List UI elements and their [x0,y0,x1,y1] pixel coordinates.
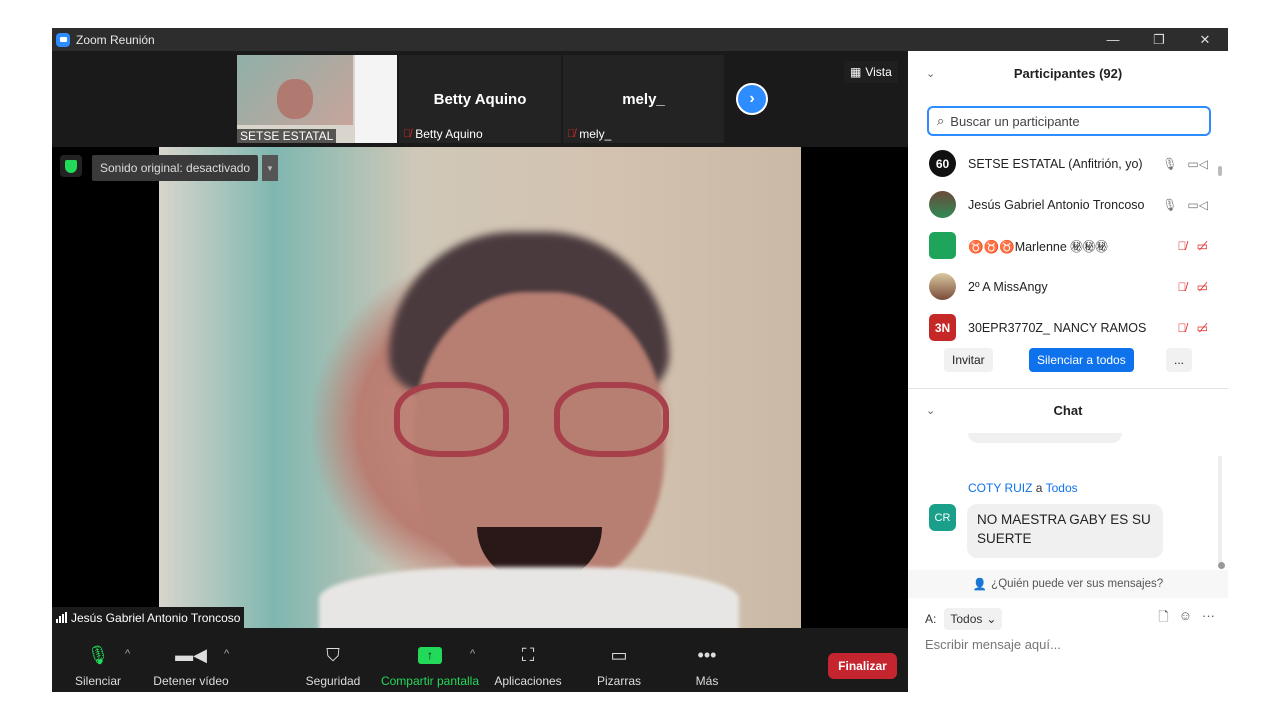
mic-muted-icon: 🎙̸ [1177,320,1187,335]
avatar: 60 [929,150,956,177]
chevron-down-icon: ⌄ [986,612,997,626]
window-title: Zoom Reunión [76,32,155,47]
avatar [929,273,956,300]
title-bar: Zoom Reunión — ❐ ✕ [52,28,1228,51]
thumbnail-betty-aquino[interactable]: Betty Aquino 🎙̸ Betty Aquino [399,55,561,143]
microphone-icon: 🎙 [1162,197,1178,212]
apps-button[interactable]: ⛶ Aplicaciones [493,642,563,689]
share-options-caret[interactable]: ^ [470,648,475,660]
thumbnail-mely[interactable]: mely_ 🎙̸ mely_ [563,55,724,143]
audio-options-caret[interactable]: ^ [125,648,130,660]
whiteboard-icon: ▭ [610,644,628,665]
chat-message-bubble: NO MAESTRA GABY ES SU SUERTE [967,504,1163,558]
whiteboards-button[interactable]: ▭ Pizarras [595,642,643,689]
mic-muted-icon: 🎙̸ [403,128,412,140]
share-arrow-icon: ↑ [380,642,480,668]
participant-scrollbar[interactable] [1218,166,1222,176]
signal-strength-icon [56,612,67,623]
video-area: SETSE ESTATAL Betty Aquino 🎙̸ Betty Aqui… [52,51,908,628]
original-sound-dropdown[interactable]: ▼ [262,155,278,181]
previous-message-bubble [968,433,1122,443]
mute-button[interactable]: 🎙 Silenciar [74,642,122,689]
chat-header: ⌄ Chat [926,402,1083,418]
thumbnail-name: SETSE ESTATAL [240,129,334,143]
zoom-app-icon [56,32,70,47]
more-dots-icon: ••• [697,644,717,665]
participant-row[interactable]: ♉♉♉Marlenne ㊙㊙㊙ 🎙̸ ▭̸ [908,225,1228,266]
mic-muted-icon: 🎙̸ [1177,238,1187,253]
minimize-button[interactable]: — [1090,28,1136,51]
participants-header: ⌄ Participantes (92) [926,65,1123,81]
video-camera-icon: ▭◁ [1187,156,1208,171]
chat-compose-input[interactable]: Escribir mensaje aquí... [925,637,1061,652]
participant-row[interactable]: 60 SETSE ESTATAL (Anfitrión, yo) 🎙 ▭◁ [908,143,1228,184]
thumbnail-strip: SETSE ESTATAL Betty Aquino 🎙̸ Betty Aqui… [52,51,908,147]
share-screen-button[interactable]: ↑ Compartir pantalla [380,642,480,688]
search-icon: ⌕ [937,113,945,128]
apps-icon: ⛶ [521,644,535,665]
participants-more-button[interactable]: ... [1166,348,1193,372]
avatar: 3N [929,314,956,341]
mic-muted-icon: 🎙̸ [1177,279,1187,294]
thumbnail-display-name: mely_ [622,91,665,108]
avatar: CR [929,504,956,531]
thumbnail-display-name: Betty Aquino [433,91,527,108]
view-button[interactable]: ▦ Vista [844,61,898,83]
video-options-caret[interactable]: ^ [224,648,229,660]
microphone-icon: 🎙 [1162,156,1178,171]
participant-row[interactable]: 2º A MissAngy 🎙̸ ▭̸ [908,266,1228,307]
avatar [929,191,956,218]
grid-icon: ▦ [850,65,862,79]
participant-row[interactable]: Jesús Gabriel Antonio Troncoso 🎙 ▭◁ [908,184,1228,225]
end-meeting-button[interactable]: Finalizar [828,653,897,679]
who-can-see-link[interactable]: 👤 ¿Quién puede ver sus mensajes? [908,570,1228,598]
chat-message-sender: COTY RUIZ a Todos [968,481,1078,495]
thumbnail-name: mely_ [579,127,612,141]
video-off-icon: ▭̸ [1196,279,1208,294]
chat-scrollbar[interactable] [1218,456,1222,566]
zoom-window: Zoom Reunión — ❐ ✕ SETSE ESTATAL Betty A… [52,28,1228,692]
microphone-icon: 🎙 [86,644,110,665]
active-speaker-label: Jesús Gabriel Antonio Troncoso [52,607,245,628]
stop-video-button[interactable]: ▬◀ Detener vídeo [152,642,230,689]
video-off-icon: ▭̸ [1196,320,1208,335]
avatar [929,232,956,259]
participant-row[interactable]: 3N 30EPR3770Z_ NANCY RAMOS 🎙̸ ▭̸ [908,307,1228,348]
close-button[interactable]: ✕ [1182,28,1228,51]
emoji-icon[interactable]: ☺ [1179,608,1192,630]
invite-button[interactable]: Invitar [944,348,993,372]
chat-recipient-row: A: Todos ⌄ 🗋 ☺ ··· [925,608,1215,630]
original-sound-toggle[interactable]: Sonido original: desactivado [92,155,259,181]
shield-icon: ⛉ [326,644,340,665]
restore-button[interactable]: ❐ [1136,28,1182,51]
video-off-icon: ▭̸ [1196,238,1208,253]
more-button[interactable]: ••• Más [687,642,727,689]
mute-all-button[interactable]: Silenciar a todos [1029,348,1134,372]
security-button[interactable]: ⛉ Seguridad [304,642,362,689]
chevron-down-icon[interactable]: ⌄ [926,67,935,80]
mic-muted-icon: 🎙̸ [567,128,576,140]
chevron-right-icon: › [749,90,755,107]
recipient-dropdown[interactable]: Todos ⌄ [944,608,1003,630]
more-dots-icon[interactable]: ··· [1202,608,1215,630]
next-page-button[interactable]: › [736,83,768,115]
video-camera-icon: ▭◁ [1187,197,1208,212]
participant-list: 60 SETSE ESTATAL (Anfitrión, yo) 🎙 ▭◁ Jes… [908,143,1228,348]
video-camera-icon: ▬◀ [175,644,207,665]
thumbnail-setse-estatal[interactable]: SETSE ESTATAL [237,55,397,143]
chevron-down-icon[interactable]: ⌄ [926,404,935,417]
thumbnail-name: Betty Aquino [415,127,483,141]
person-icon: 👤 [972,579,988,591]
participant-search-input[interactable]: ⌕ Buscar un participante [927,106,1211,136]
meeting-toolbar: 🎙 Silenciar ^ ▬◀ Detener vídeo ^ ⛉ Segur… [52,628,908,692]
panel-divider [908,388,1228,389]
encryption-shield-icon[interactable] [60,155,82,177]
main-video [159,147,801,628]
file-icon[interactable]: 🗋 [1158,608,1168,630]
side-panel: ⌄ Participantes (92) ⌕ Buscar un partici… [908,51,1228,692]
